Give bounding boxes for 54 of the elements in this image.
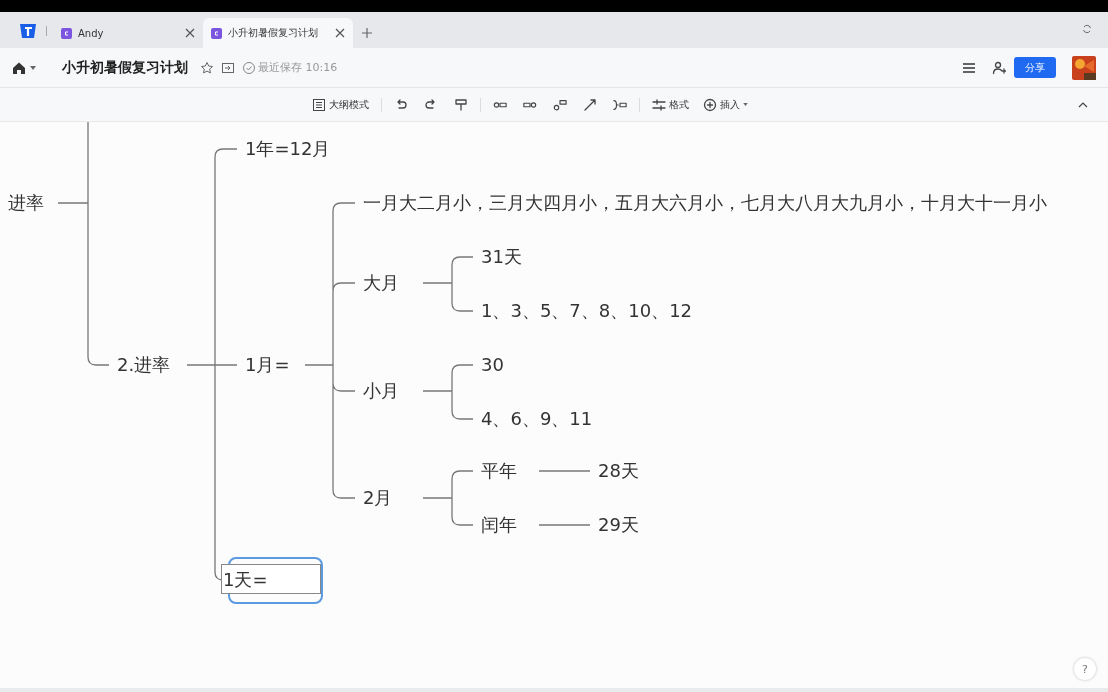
caret-icon — [743, 103, 748, 106]
caret-icon[interactable] — [30, 65, 36, 70]
move-to-folder-icon[interactable] — [221, 60, 235, 75]
document-title[interactable]: 小升初暑假复习计划 — [62, 58, 188, 77]
connector-line — [422, 256, 474, 312]
star-icon[interactable] — [200, 60, 214, 75]
mindmap-node[interactable]: 平年 — [481, 459, 517, 483]
list-icon — [312, 97, 326, 112]
mindmap-node[interactable]: 小月 — [363, 379, 399, 403]
insert-parent-icon[interactable] — [553, 97, 567, 112]
mindmap-node[interactable]: 1年=12月 — [245, 137, 331, 161]
mindmap-node[interactable]: 4、6、9、11 — [481, 407, 593, 431]
connector-line — [422, 470, 474, 526]
mindmap-node[interactable]: 1月= — [245, 353, 290, 377]
summary-icon[interactable] — [613, 97, 627, 112]
mindmap-node[interactable]: 大月 — [363, 271, 399, 295]
save-status: 最近保存 10:16 — [258, 60, 338, 75]
add-user-icon[interactable] — [992, 60, 1006, 75]
mindmap-node[interactable]: 28天 — [598, 459, 639, 483]
mindmap-node[interactable]: 1、3、5、7、8、10、12 — [481, 299, 693, 323]
arrow-icon[interactable] — [583, 97, 597, 112]
document-icon — [61, 27, 72, 39]
mindmap-node[interactable]: 一月大二月小，三月大四月小，五月大六月小，七月大八月大九月小，十月大十一月小 — [363, 191, 1047, 215]
mindmap-node[interactable]: 29天 — [598, 513, 639, 537]
collapse-icon[interactable] — [1078, 101, 1088, 108]
format-button[interactable]: 格式 — [652, 97, 689, 112]
document-icon — [211, 27, 222, 39]
new-tab-icon[interactable] — [361, 27, 373, 39]
format-painter-icon[interactable] — [454, 97, 468, 112]
node-text-field[interactable]: 1天= — [221, 564, 321, 594]
close-icon[interactable] — [185, 28, 195, 38]
connector-line — [538, 470, 591, 472]
mindmap-node[interactable]: 2.进率 — [117, 353, 171, 377]
home-icon[interactable] — [12, 60, 26, 75]
mindmap-node[interactable]: 30 — [481, 353, 504, 377]
insert-button[interactable]: 插入 — [703, 97, 748, 112]
mindmap-node[interactable]: 进率 — [8, 191, 44, 215]
check-circle-icon — [242, 60, 256, 75]
close-icon[interactable] — [335, 28, 345, 38]
help-button[interactable]: ? — [1074, 658, 1096, 680]
sliders-icon — [652, 97, 666, 112]
browser-tab[interactable]: 小升初暑假复习计划 — [203, 18, 353, 48]
menu-icon[interactable] — [962, 60, 976, 75]
mindmap-node[interactable]: 2月 — [363, 486, 393, 510]
connector-line — [422, 364, 474, 420]
share-button[interactable]: 分享 — [1014, 57, 1056, 78]
refresh-icon[interactable] — [1082, 24, 1092, 34]
mindmap-node[interactable]: 31天 — [481, 245, 522, 269]
plus-circle-icon — [703, 97, 717, 112]
mindmap-node[interactable]: 闰年 — [481, 513, 517, 537]
browser-tab[interactable]: Andy — [53, 18, 203, 48]
app-logo[interactable] — [18, 21, 38, 41]
outline-mode-button[interactable]: 大纲模式 — [312, 97, 369, 112]
connector-line — [538, 524, 591, 526]
